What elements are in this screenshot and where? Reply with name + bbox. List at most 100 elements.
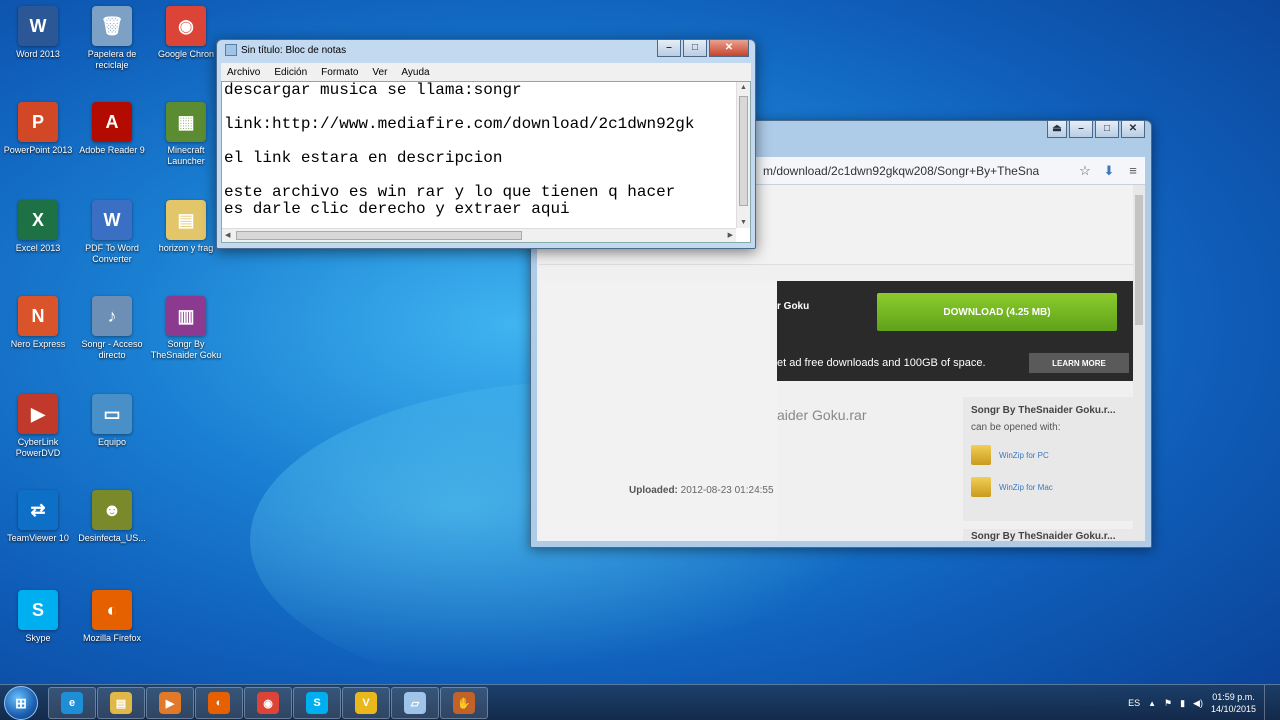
horizontal-scrollbar[interactable]: ◀ ▶ (222, 228, 736, 242)
desktop-icon-label: Mozilla Firefox (82, 633, 141, 643)
language-indicator[interactable]: ES (1128, 698, 1140, 708)
vertical-scrollbar[interactable]: ▲ ▼ (736, 82, 750, 228)
menu-ayuda[interactable]: Ayuda (401, 67, 429, 78)
url-text[interactable]: m/download/2c1dwn92gkqw208/Songr+By+TheS… (763, 164, 1073, 178)
winzip-pc-link[interactable]: WinZip for PC (971, 445, 1125, 465)
desktop-icon-powerpoint[interactable]: P PowerPoint 2013 (0, 102, 76, 156)
desktop-icon-label: horizon y frag (158, 243, 214, 253)
taskbar-item-notepad[interactable]: ▱ (391, 687, 439, 719)
download-button[interactable]: DOWNLOAD (4.25 MB) (877, 293, 1117, 331)
browser-window-controls: ⏏ – □ ✕ (1047, 121, 1145, 138)
maximize-button[interactable]: □ (1095, 121, 1119, 138)
show-desktop-button[interactable] (1264, 685, 1274, 720)
menu-formato[interactable]: Formato (321, 67, 358, 78)
desktop-icon-label: Desinfecta_US... (78, 533, 146, 543)
adobe-reader-icon: A (92, 102, 132, 142)
taskbar: ⊞ e ▤ ▶ ◐ ◉ S V ▱ ✋ ES ▲ ⚑ ▮ ◀) 01:59 p.m. 14/10… (0, 684, 1280, 720)
desktop-icon-chrome[interactable]: ◉ Google Chron (148, 6, 224, 60)
close-button[interactable]: ✕ (1121, 121, 1145, 138)
taskbar-item-media-player[interactable]: ▶ (146, 687, 194, 719)
desktop-icon-label: Equipo (97, 437, 127, 447)
restore-down-icon[interactable]: ⏏ (1047, 121, 1067, 138)
desktop-icon-teamviewer[interactable]: ⇄ TeamViewer 10 (0, 490, 76, 544)
desktop-icon-firefox[interactable]: ◐ Mozilla Firefox (74, 590, 150, 644)
network-icon[interactable]: ▮ (1180, 698, 1185, 709)
v-app-icon: V (355, 692, 377, 714)
desktop-icon-adobe-reader[interactable]: A Adobe Reader 9 (74, 102, 150, 156)
notepad-window[interactable]: Sin título: Bloc de notas – □ ✕ Archivo … (216, 39, 756, 249)
desktop-icon-computer[interactable]: ▭ Equipo (74, 394, 150, 448)
desktop-icon-recycle-bin[interactable]: 🗑 Papelera de reciclaje (74, 6, 150, 71)
start-button[interactable]: ⊞ (4, 686, 38, 720)
maximize-button[interactable]: □ (683, 40, 707, 57)
taskbar-item-skype[interactable]: S (293, 687, 341, 719)
desktop-icon-label: Google Chron (157, 49, 215, 59)
pdf-to-word-icon: W (92, 200, 132, 240)
scroll-up-icon[interactable]: ▲ (740, 84, 747, 91)
notepad-icon (225, 44, 237, 56)
bookmark-star-icon[interactable]: ☆ (1073, 163, 1097, 179)
file-explorer-icon: ▤ (110, 692, 132, 714)
learn-more-button[interactable]: LEARN MORE (1029, 353, 1129, 373)
menu-icon[interactable]: ≡ (1121, 163, 1145, 178)
winzip-mac-label[interactable]: WinZip for Mac (999, 483, 1053, 492)
excel-icon: X (18, 200, 58, 240)
scrollbar-thumb[interactable] (1135, 195, 1143, 325)
download-banner: r Goku DOWNLOAD (4.25 MB) et ad free dow… (777, 281, 1133, 381)
download-arrow-icon[interactable]: ⬇ (1097, 163, 1121, 179)
clock-date: 14/10/2015 (1210, 704, 1256, 714)
desktop-icon-word[interactable]: W Word 2013 (0, 6, 76, 60)
scroll-left-icon[interactable]: ◀ (225, 231, 230, 239)
volume-icon[interactable]: ◀) (1193, 698, 1203, 709)
desktop-icon-label: Papelera de reciclaje (87, 49, 137, 70)
desktop-icon-desinfecta[interactable]: ☻ Desinfecta_US... (74, 490, 150, 544)
notepad-menubar: Archivo Edición Formato Ver Ayuda (221, 63, 751, 81)
notepad-editor[interactable]: descargar musica se llama:songr link:htt… (221, 81, 751, 243)
teamviewer-icon: ⇄ (18, 490, 58, 530)
clock[interactable]: 01:59 p.m. 14/10/2015 (1211, 691, 1256, 715)
ad-free-text: et ad free downloads and 100GB of space. (777, 357, 986, 369)
winzip-mac-link[interactable]: WinZip for Mac (971, 477, 1125, 497)
firefox-icon: ◐ (208, 692, 230, 714)
scroll-down-icon[interactable]: ▼ (740, 219, 747, 226)
taskbar-item-chrome[interactable]: ◉ (244, 687, 292, 719)
taskbar-item-baseball-glove[interactable]: ✋ (440, 687, 488, 719)
menu-ver[interactable]: Ver (372, 67, 387, 78)
taskbar-item-file-explorer[interactable]: ▤ (97, 687, 145, 719)
flag-icon[interactable]: ⚑ (1164, 698, 1172, 709)
desktop-icon-songr[interactable]: ♪ Songr - Acceso directo (74, 296, 150, 361)
taskbar-item-v-app[interactable]: V (342, 687, 390, 719)
browser-scrollbar[interactable] (1133, 185, 1145, 541)
side-subtitle: can be opened with: (971, 422, 1061, 433)
minimize-button[interactable]: – (657, 40, 681, 57)
desktop-icon-label: Songr By TheSnaider Goku (150, 339, 222, 360)
scrollbar-thumb[interactable] (739, 96, 748, 206)
minimize-button[interactable]: – (1069, 121, 1093, 138)
notepad-text[interactable]: descargar musica se llama:songr link:htt… (224, 82, 734, 228)
menu-edicion[interactable]: Edición (274, 67, 307, 78)
close-button[interactable]: ✕ (709, 40, 749, 57)
show-hidden-icons-icon[interactable]: ▲ (1148, 699, 1156, 708)
desktop-icon-pdf-to-word[interactable]: W PDF To Word Converter (74, 200, 150, 265)
taskbar-item-firefox[interactable]: ◐ (195, 687, 243, 719)
desktop-icon-folder[interactable]: ▤ horizon y frag (148, 200, 224, 254)
desktop-icon-excel[interactable]: X Excel 2013 (0, 200, 76, 254)
desktop-icon-minecraft[interactable]: ▦ Minecraft Launcher (148, 102, 224, 167)
system-tray: ES ▲ ⚑ ▮ ◀) 01:59 p.m. 14/10/2015 (1128, 685, 1274, 720)
desktop-icon-label: CyberLink PowerDVD (15, 437, 61, 458)
desktop-icon-label: Minecraft Launcher (167, 145, 205, 166)
desktop-icon-label: Excel 2013 (15, 243, 61, 253)
winzip-pc-label[interactable]: WinZip for PC (999, 451, 1049, 460)
desktop-icon-label: TeamViewer 10 (7, 533, 69, 543)
desktop-icon-label: Word 2013 (16, 49, 60, 59)
menu-archivo[interactable]: Archivo (227, 67, 260, 78)
chrome-icon: ◉ (166, 6, 206, 46)
desktop-icon-nero[interactable]: N Nero Express (0, 296, 76, 350)
desktop-icon-winrar[interactable]: ▥ Songr By TheSnaider Goku (148, 296, 224, 361)
scrollbar-thumb[interactable] (236, 231, 522, 240)
desktop-icon-powerdvd[interactable]: ▶ CyberLink PowerDVD (0, 394, 76, 459)
clock-time: 01:59 p.m. (1212, 692, 1255, 702)
taskbar-item-internet-explorer[interactable]: e (48, 687, 96, 719)
scroll-right-icon[interactable]: ▶ (728, 231, 733, 239)
desktop-icon-skype[interactable]: S Skype (0, 590, 76, 644)
